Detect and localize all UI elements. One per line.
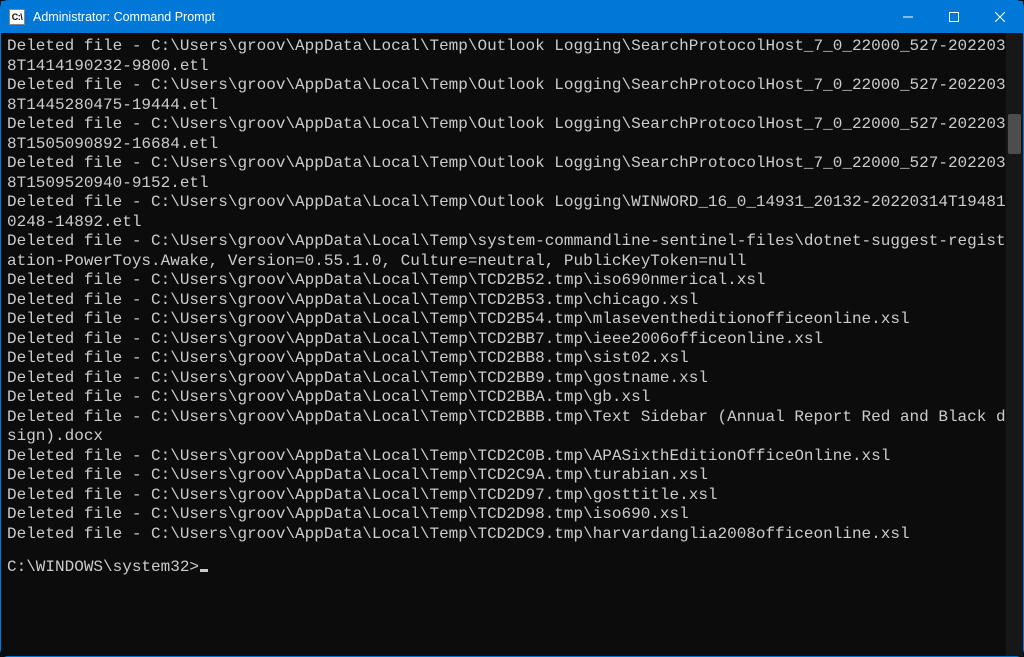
- scrollbar-track[interactable]: [1006, 33, 1023, 656]
- output-line: Deleted file - C:\Users\groov\AppData\Lo…: [7, 271, 1017, 291]
- output-line: Deleted file - C:\Users\groov\AppData\Lo…: [7, 525, 1017, 545]
- output-line: Deleted file - C:\Users\groov\AppData\Lo…: [7, 115, 1017, 154]
- cmd-icon: C:\: [9, 9, 25, 25]
- window-controls: [885, 1, 1023, 33]
- output-line: Deleted file - C:\Users\groov\AppData\Lo…: [7, 310, 1017, 330]
- output-line: Deleted file - C:\Users\groov\AppData\Lo…: [7, 486, 1017, 506]
- close-button[interactable]: [977, 1, 1023, 33]
- prompt-line[interactable]: C:\WINDOWS\system32>: [7, 558, 1017, 578]
- output-line: Deleted file - C:\Users\groov\AppData\Lo…: [7, 232, 1017, 271]
- window-title: Administrator: Command Prompt: [33, 10, 885, 24]
- output-line: Deleted file - C:\Users\groov\AppData\Lo…: [7, 408, 1017, 447]
- output-line: Deleted file - C:\Users\groov\AppData\Lo…: [7, 154, 1017, 193]
- output-line: Deleted file - C:\Users\groov\AppData\Lo…: [7, 193, 1017, 232]
- output-line: Deleted file - C:\Users\groov\AppData\Lo…: [7, 505, 1017, 525]
- minimize-button[interactable]: [885, 1, 931, 33]
- output-line: Deleted file - C:\Users\groov\AppData\Lo…: [7, 291, 1017, 311]
- close-icon: [995, 12, 1005, 22]
- titlebar[interactable]: C:\ Administrator: Command Prompt: [1, 1, 1023, 33]
- cursor: [200, 569, 208, 572]
- output-line: Deleted file - C:\Users\groov\AppData\Lo…: [7, 37, 1017, 76]
- minimize-icon: [903, 12, 913, 22]
- maximize-button[interactable]: [931, 1, 977, 33]
- output-line: Deleted file - C:\Users\groov\AppData\Lo…: [7, 388, 1017, 408]
- output-line: Deleted file - C:\Users\groov\AppData\Lo…: [7, 349, 1017, 369]
- output-line: Deleted file - C:\Users\groov\AppData\Lo…: [7, 466, 1017, 486]
- output-line: Deleted file - C:\Users\groov\AppData\Lo…: [7, 447, 1017, 467]
- maximize-icon: [949, 12, 959, 22]
- output-line: Deleted file - C:\Users\groov\AppData\Lo…: [7, 76, 1017, 115]
- output-line: Deleted file - C:\Users\groov\AppData\Lo…: [7, 369, 1017, 389]
- prompt-text: C:\WINDOWS\system32>: [7, 558, 199, 576]
- scrollbar-thumb[interactable]: [1008, 114, 1021, 154]
- terminal-area: Deleted file - C:\Users\groov\AppData\Lo…: [1, 33, 1023, 656]
- terminal-content[interactable]: Deleted file - C:\Users\groov\AppData\Lo…: [1, 33, 1023, 656]
- output-line: Deleted file - C:\Users\groov\AppData\Lo…: [7, 330, 1017, 350]
